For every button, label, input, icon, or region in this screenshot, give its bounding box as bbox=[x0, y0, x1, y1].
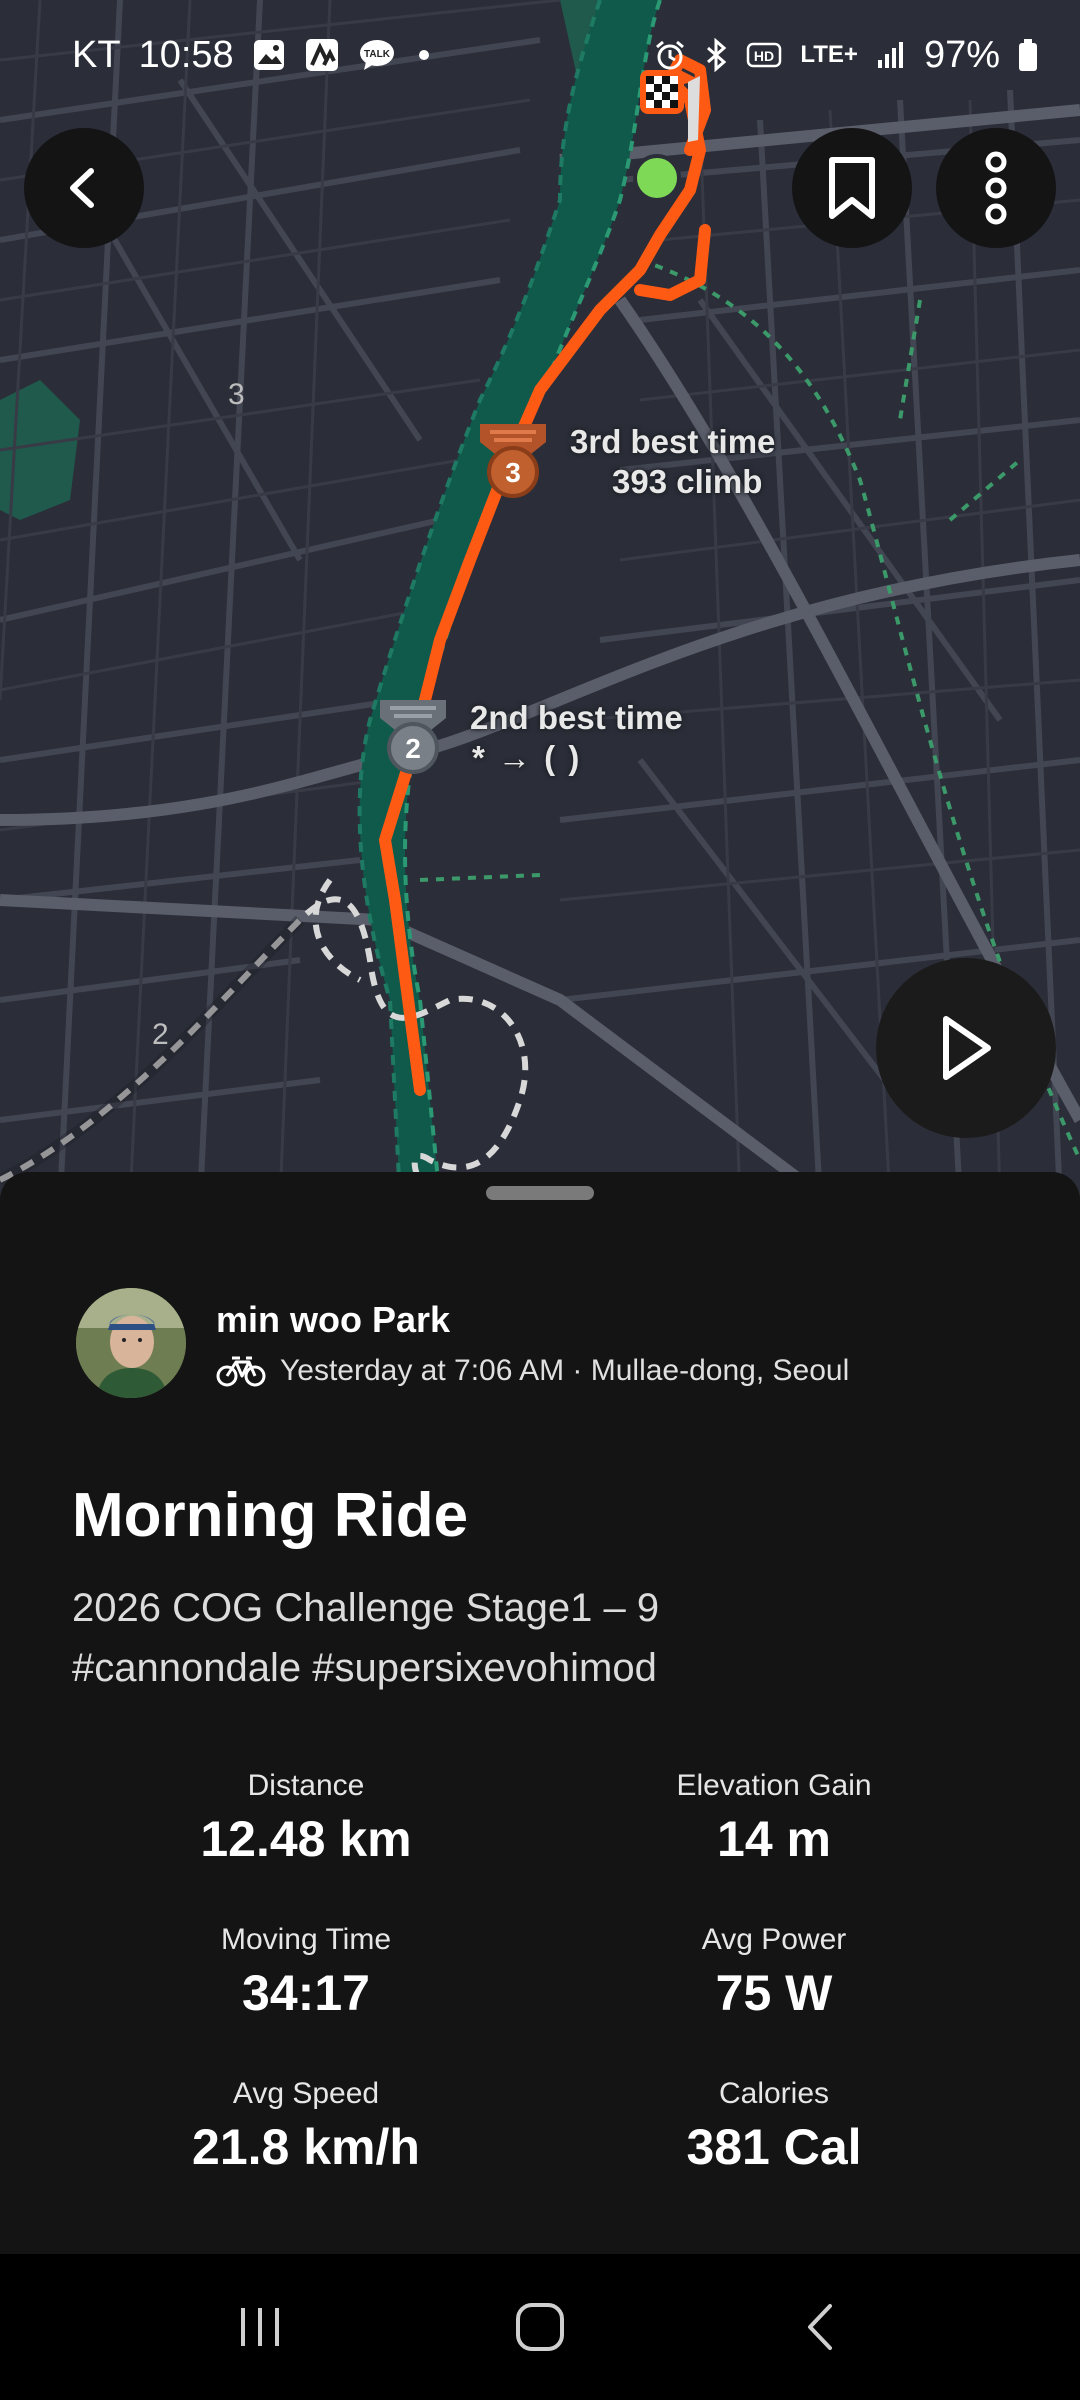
stat-label: Elevation Gain bbox=[676, 1769, 872, 1802]
segment-name-text: 393 climb bbox=[612, 463, 763, 500]
map-route-number: 3 bbox=[228, 378, 245, 411]
bluetooth-icon bbox=[704, 38, 728, 72]
bookmark-icon bbox=[829, 157, 875, 219]
map-route-number: 2 bbox=[152, 1018, 169, 1051]
activity-title: Morning Ride bbox=[72, 1481, 469, 1550]
time-text: 10:58 bbox=[138, 33, 234, 76]
stat-value: 21.8 km/h bbox=[192, 2119, 420, 2175]
signal-icon bbox=[876, 40, 906, 70]
segment-label-2nd[interactable]: 2nd best time * → ( ) bbox=[470, 698, 683, 778]
activity-time-location: Yesterday at 7:06 AM · Mullae-dong, Seou… bbox=[280, 1354, 850, 1387]
segment-label-3rd[interactable]: 3rd best time 393 climb bbox=[570, 422, 775, 502]
segment-rank-text: 3rd best time bbox=[570, 423, 776, 460]
bookmark-button[interactable] bbox=[792, 128, 912, 248]
recent-apps-icon bbox=[241, 2308, 279, 2346]
description-hashtags[interactable]: #cannondale #supersixevohimod bbox=[72, 1638, 659, 1698]
segment-name-text: * → ( ) bbox=[472, 739, 582, 776]
stat-elevation-gain: Elevation Gain 14 m bbox=[540, 1768, 1008, 1870]
athlete-header[interactable]: min woo Park Yesterday at 7:06 AM · Mull… bbox=[76, 1288, 849, 1398]
stat-label: Calories bbox=[718, 2077, 830, 2110]
stat-value: 75 W bbox=[715, 1965, 833, 2021]
svg-text:TALK: TALK bbox=[364, 49, 391, 60]
flyby-play-button[interactable] bbox=[876, 958, 1056, 1138]
silver-medal-icon[interactable]: 2 bbox=[374, 696, 452, 780]
stat-distance: Distance 12.48 km bbox=[72, 1768, 540, 1870]
svg-text:HD: HD bbox=[754, 48, 774, 64]
drag-handle[interactable] bbox=[486, 1186, 594, 1200]
stat-value: 14 m bbox=[717, 1811, 831, 1867]
home-button[interactable] bbox=[480, 2277, 600, 2377]
avatar[interactable] bbox=[76, 1288, 186, 1398]
more-vertical-icon bbox=[985, 151, 1007, 225]
alarm-icon bbox=[654, 39, 686, 71]
home-icon bbox=[516, 2303, 564, 2351]
gallery-icon bbox=[252, 38, 286, 72]
stat-avg-power: Avg Power 75 W bbox=[540, 1922, 1008, 2024]
bicycle-icon bbox=[216, 1354, 266, 1388]
hd-voice-icon: HD bbox=[746, 42, 782, 68]
activity-description: 2026 COG Challenge Stage1 – 9 #cannondal… bbox=[72, 1578, 659, 1698]
battery-percent-text: 97% bbox=[923, 33, 1000, 76]
play-icon bbox=[943, 1016, 991, 1080]
stat-label: Distance bbox=[247, 1769, 365, 1802]
stat-moving-time: Moving Time 34:17 bbox=[72, 1922, 540, 2024]
system-back-button[interactable] bbox=[760, 2277, 880, 2377]
system-navigation-bar bbox=[0, 2254, 1080, 2400]
system-back-icon bbox=[808, 2304, 832, 2350]
stat-value: 381 Cal bbox=[686, 2119, 862, 2175]
recent-apps-button[interactable] bbox=[200, 2277, 320, 2377]
stat-label: Avg Power bbox=[701, 1923, 847, 1956]
battery-icon bbox=[1018, 38, 1038, 72]
svg-text:2: 2 bbox=[405, 733, 421, 764]
stat-value: 34:17 bbox=[242, 1965, 370, 2021]
stats-grid: Distance 12.48 km Elevation Gain 14 m Mo… bbox=[72, 1768, 1008, 2178]
segment-rank-text: 2nd best time bbox=[470, 699, 683, 736]
stat-label: Avg Speed bbox=[232, 2077, 380, 2110]
back-button[interactable] bbox=[24, 128, 144, 248]
stat-label: Moving Time bbox=[220, 1923, 392, 1956]
svg-text:3: 3 bbox=[505, 457, 521, 488]
stat-calories: Calories 381 Cal bbox=[540, 2076, 1008, 2178]
strava-notification-icon bbox=[304, 37, 340, 73]
network-type-text: LTE+ bbox=[800, 41, 858, 68]
talk-icon: TALK bbox=[358, 38, 396, 72]
description-line: 2026 COG Challenge Stage1 – 9 bbox=[72, 1586, 660, 1630]
activity-details-sheet[interactable]: min woo Park Yesterday at 7:06 AM · Mull… bbox=[0, 1172, 1080, 2254]
status-bar: KT 10:58 TALK HD LTE+ 97% bbox=[0, 0, 1080, 110]
activity-meta: Yesterday at 7:06 AM · Mullae-dong, Seou… bbox=[216, 1354, 849, 1388]
stat-avg-speed: Avg Speed 21.8 km/h bbox=[72, 2076, 540, 2178]
athlete-name[interactable]: min woo Park bbox=[216, 1298, 849, 1342]
bronze-medal-icon[interactable]: 3 bbox=[474, 420, 552, 504]
dot-indicator-icon bbox=[414, 45, 434, 65]
chevron-left-icon bbox=[70, 168, 94, 208]
carrier-text: KT bbox=[72, 33, 121, 76]
stat-value: 12.48 km bbox=[200, 1811, 412, 1867]
more-options-button[interactable] bbox=[936, 128, 1056, 248]
